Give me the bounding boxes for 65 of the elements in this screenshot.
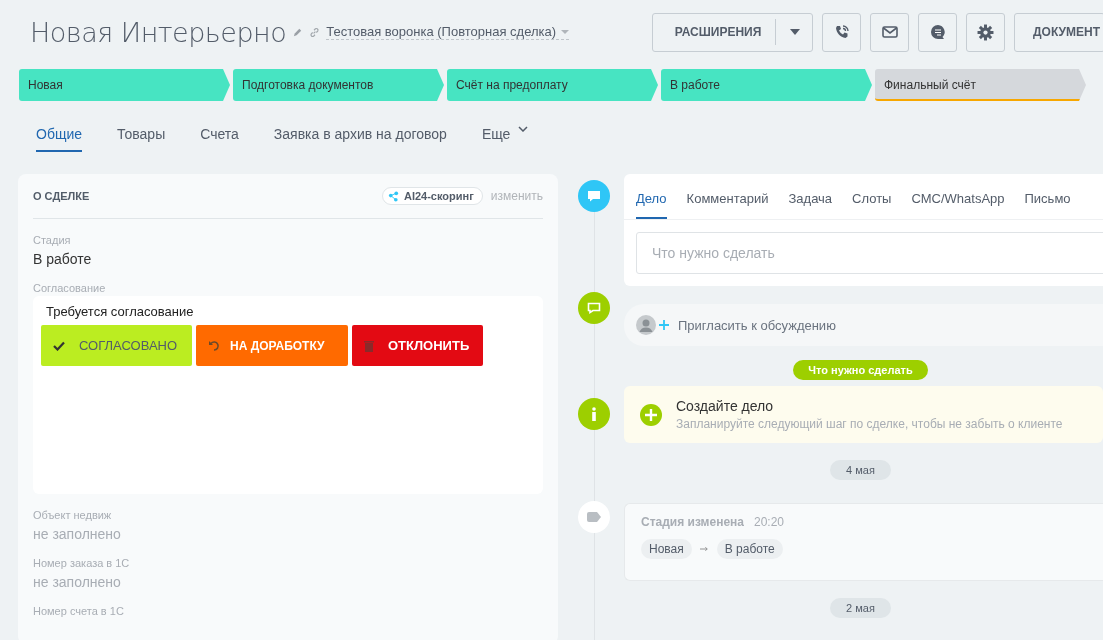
activity-tab[interactable]: Комментарий <box>686 191 769 219</box>
arrow-right-icon <box>699 546 709 552</box>
extensions-button[interactable]: РАСШИРЕНИЯ <box>652 12 814 52</box>
documents-button[interactable]: ДОКУМЕНТ <box>1014 12 1103 52</box>
settings-icon <box>977 23 995 41</box>
stage-chip: Новая <box>641 539 692 559</box>
approval-note: Требуется согласование <box>45 304 195 319</box>
approve-button[interactable]: СОГЛАСОВАНО <box>41 325 192 366</box>
invite-text: Пригласить к обсуждению <box>678 317 836 333</box>
funnel-selector[interactable]: Тестовая воронка (Повторная сделка) <box>326 24 570 40</box>
chat-bubble-icon <box>929 24 946 40</box>
scoring-button[interactable]: AI24-скоринг <box>381 187 483 205</box>
date-pill: 4 мая <box>830 460 891 480</box>
stage-step[interactable]: Новая <box>19 69 230 101</box>
reject-button[interactable]: ОТКЛОНИТЬ <box>352 325 483 366</box>
history-title: Стадия изменена <box>641 515 744 529</box>
field-label: Номер счета в 1С <box>33 605 125 617</box>
field-label: Объект недвиж <box>33 509 113 521</box>
stage-step[interactable]: Подготовка документов <box>233 69 444 101</box>
stage-step[interactable]: В работе <box>661 69 872 101</box>
field-label: Согласование <box>33 282 107 294</box>
section-tab[interactable]: Счета <box>200 126 239 152</box>
activity-tab[interactable]: Дело <box>636 191 667 219</box>
stage-chip: В работе <box>716 539 783 559</box>
field-value: не заполнено <box>33 526 122 542</box>
section-pill: Что нужно сделать <box>793 360 928 380</box>
undo-icon <box>208 339 220 352</box>
stage-step[interactable]: Финальный счёт <box>875 69 1086 101</box>
checkmark-icon <box>53 340 65 351</box>
field-label: Стадия <box>33 234 72 246</box>
chat-bubble-icon <box>578 292 610 324</box>
field-label: Номер заказа в 1С <box>33 557 131 569</box>
stage-step[interactable]: Счёт на предоплату <box>447 69 658 101</box>
caret-icon[interactable] <box>790 29 801 35</box>
activity-tab[interactable]: Задача <box>788 191 833 219</box>
activity-tab[interactable]: Слоты <box>852 191 892 219</box>
plus-icon <box>659 320 669 330</box>
field-value: В работе <box>33 251 93 267</box>
chat-button[interactable] <box>918 12 958 52</box>
todo-input[interactable]: Что нужно сделать <box>636 232 1103 274</box>
comment-icon <box>578 180 610 212</box>
info-icon <box>578 398 610 430</box>
phone-icon <box>833 24 850 40</box>
todo-title: Создайте дело <box>676 398 775 414</box>
envelope-icon <box>881 26 898 38</box>
card-title: О СДЕЛКЕ <box>33 190 90 202</box>
activity-tab[interactable]: Письмо <box>1024 191 1071 219</box>
todo-hint: Запланируйте следующий шаг по сделке, чтобы не забыть о клиенте <box>676 417 1063 431</box>
section-tab[interactable]: Еще <box>481 126 529 152</box>
nodes-icon <box>387 190 399 202</box>
section-tab[interactable]: Товары <box>117 126 166 152</box>
settings-button[interactable] <box>966 12 1006 52</box>
tag-icon <box>578 501 610 533</box>
section-tab[interactable]: Общие <box>36 126 83 152</box>
date-pill: 2 мая <box>830 598 891 618</box>
section-tab[interactable]: Заявка в архив на договор <box>273 126 447 152</box>
deal-title: Новая Интерьерно <box>30 16 287 48</box>
history-time: 20:20 <box>754 515 784 529</box>
invite-bar[interactable]: Пригласить к обсуждению <box>624 304 1103 346</box>
mail-button[interactable] <box>870 12 910 52</box>
avatar-icon <box>636 315 656 335</box>
activity-tab[interactable]: СМС/WhatsApp <box>911 191 1005 219</box>
phone-button[interactable] <box>822 12 862 52</box>
field-value: не заполнено <box>33 574 122 590</box>
trash-icon <box>364 339 374 352</box>
